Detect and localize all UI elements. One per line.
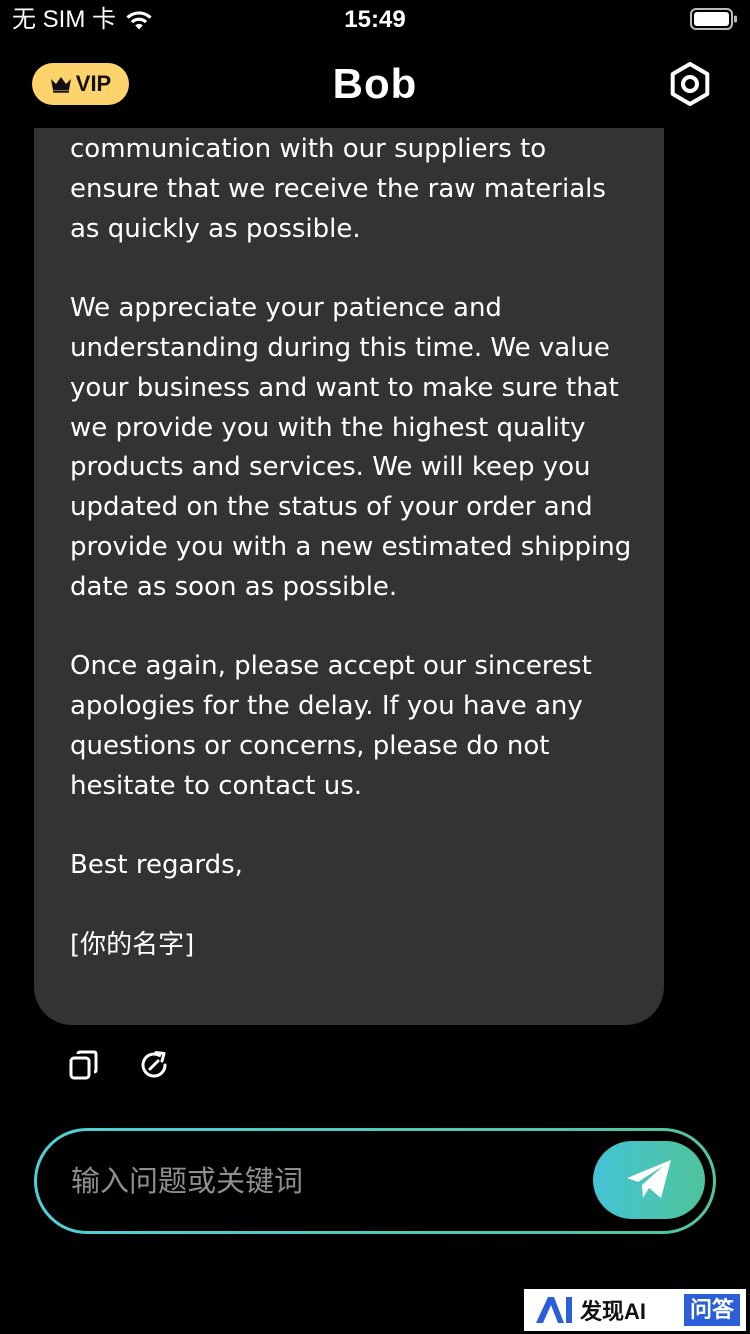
status-bar: 无 SIM 卡 15:49	[0, 0, 750, 40]
input-container	[37, 1131, 713, 1231]
message-paragraph: Best regards,	[70, 850, 243, 881]
copy-icon[interactable]	[68, 1049, 100, 1081]
watermark-badge: 问答	[683, 1294, 740, 1326]
battery-icon	[690, 8, 737, 30]
message-paragraph: [你的名字]	[70, 929, 195, 960]
watermark: 发现AI 问答	[524, 1289, 746, 1331]
message-paragraph: communication with our suppliers to ensu…	[70, 134, 606, 244]
status-time: 15:49	[344, 6, 406, 33]
nav-bar: VIP Bob	[0, 56, 750, 112]
page-title: Bob	[332, 60, 418, 107]
message-paragraph: Once again, please accept our sincerest …	[70, 651, 592, 801]
message-paragraph: We appreciate your patience and understa…	[70, 293, 632, 602]
watermark-brand: 发现AI	[580, 1299, 647, 1324]
question-input[interactable]	[71, 1131, 571, 1231]
send-button[interactable]	[593, 1141, 705, 1219]
watermark-logo	[536, 1297, 572, 1323]
assistant-message-bubble: communication with our suppliers to ensu…	[34, 128, 664, 1025]
refresh-icon[interactable]	[137, 1048, 171, 1082]
settings-icon[interactable]	[668, 62, 712, 106]
input-bar	[34, 1128, 716, 1234]
message-text: communication with our suppliers to ensu…	[70, 130, 634, 966]
send-icon	[627, 1160, 671, 1198]
